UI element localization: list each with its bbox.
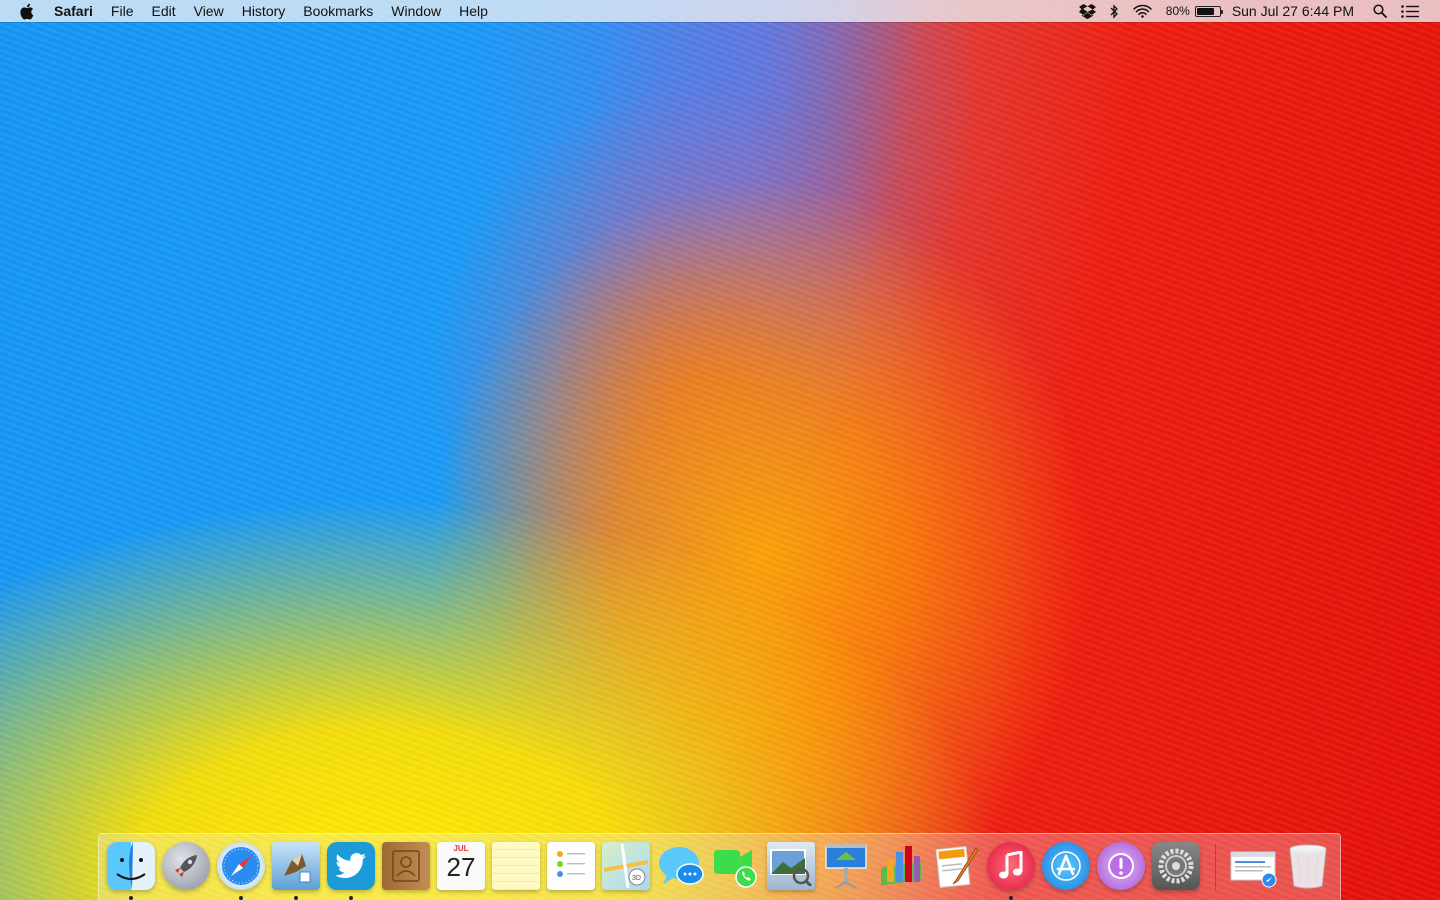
menu-bar: Safari File Edit View History Bookmarks … — [0, 0, 1440, 22]
app-store-icon[interactable] — [1042, 842, 1090, 890]
spotlight-search-icon[interactable] — [1373, 0, 1387, 22]
notification-center-icon[interactable] — [1401, 0, 1419, 22]
menu-view[interactable]: View — [185, 0, 233, 22]
running-indicator-twitter — [349, 896, 353, 900]
apple-menu-icon[interactable] — [19, 3, 35, 19]
battery-percentage: 80% — [1165, 4, 1190, 18]
bluetooth-icon[interactable] — [1110, 0, 1119, 22]
notes-icon[interactable] — [492, 842, 540, 890]
pages-icon[interactable] — [932, 842, 980, 890]
twitter-icon[interactable] — [327, 842, 375, 890]
menu-history[interactable]: History — [233, 0, 295, 22]
menu-file[interactable]: File — [102, 0, 143, 22]
dropbox-icon[interactable] — [1078, 0, 1096, 22]
menu-bookmarks[interactable]: Bookmarks — [294, 0, 382, 22]
menu-edit[interactable]: Edit — [142, 0, 184, 22]
menu-clock[interactable]: Sun Jul 27 6:44 PM — [1232, 3, 1354, 19]
menu-help[interactable]: Help — [450, 0, 497, 22]
system-preferences-icon[interactable] — [1152, 842, 1200, 890]
finder-icon[interactable] — [107, 842, 155, 890]
running-indicator-finder — [129, 896, 133, 900]
running-indicator-itunes — [1009, 896, 1013, 900]
itunes-icon[interactable] — [987, 842, 1035, 890]
contacts-icon[interactable] — [382, 842, 430, 890]
dock-separator — [1215, 844, 1216, 890]
maps-icon[interactable]: 3D — [602, 842, 650, 890]
battery-icon[interactable] — [1194, 5, 1223, 17]
reminders-icon[interactable] — [547, 842, 595, 890]
downloads-stack-icon[interactable] — [1229, 842, 1277, 890]
menu-app-name[interactable]: Safari — [54, 0, 102, 22]
preview-icon[interactable] — [767, 842, 815, 890]
desktop-wallpaper — [0, 0, 1440, 900]
numbers-icon[interactable] — [877, 842, 925, 890]
keynote-icon[interactable] — [822, 842, 870, 890]
messages-icon[interactable] — [657, 842, 705, 890]
running-indicator-safari — [239, 896, 243, 900]
safari-icon[interactable] — [217, 842, 265, 890]
dock: JUL 27 3D — [98, 833, 1341, 900]
battery-fill — [1196, 7, 1214, 15]
menu-window[interactable]: Window — [382, 0, 450, 22]
trash-icon[interactable] — [1284, 842, 1332, 890]
facetime-icon[interactable] — [712, 842, 760, 890]
svg-text:3D: 3D — [632, 875, 641, 882]
feedback-assistant-icon[interactable] — [1097, 842, 1145, 890]
calendar-icon[interactable]: JUL 27 — [437, 842, 485, 890]
launchpad-icon[interactable] — [162, 842, 210, 890]
calendar-day: 27 — [446, 852, 476, 882]
mail-icon[interactable] — [272, 842, 320, 890]
wifi-icon[interactable] — [1133, 0, 1152, 22]
running-indicator-mail — [294, 896, 298, 900]
